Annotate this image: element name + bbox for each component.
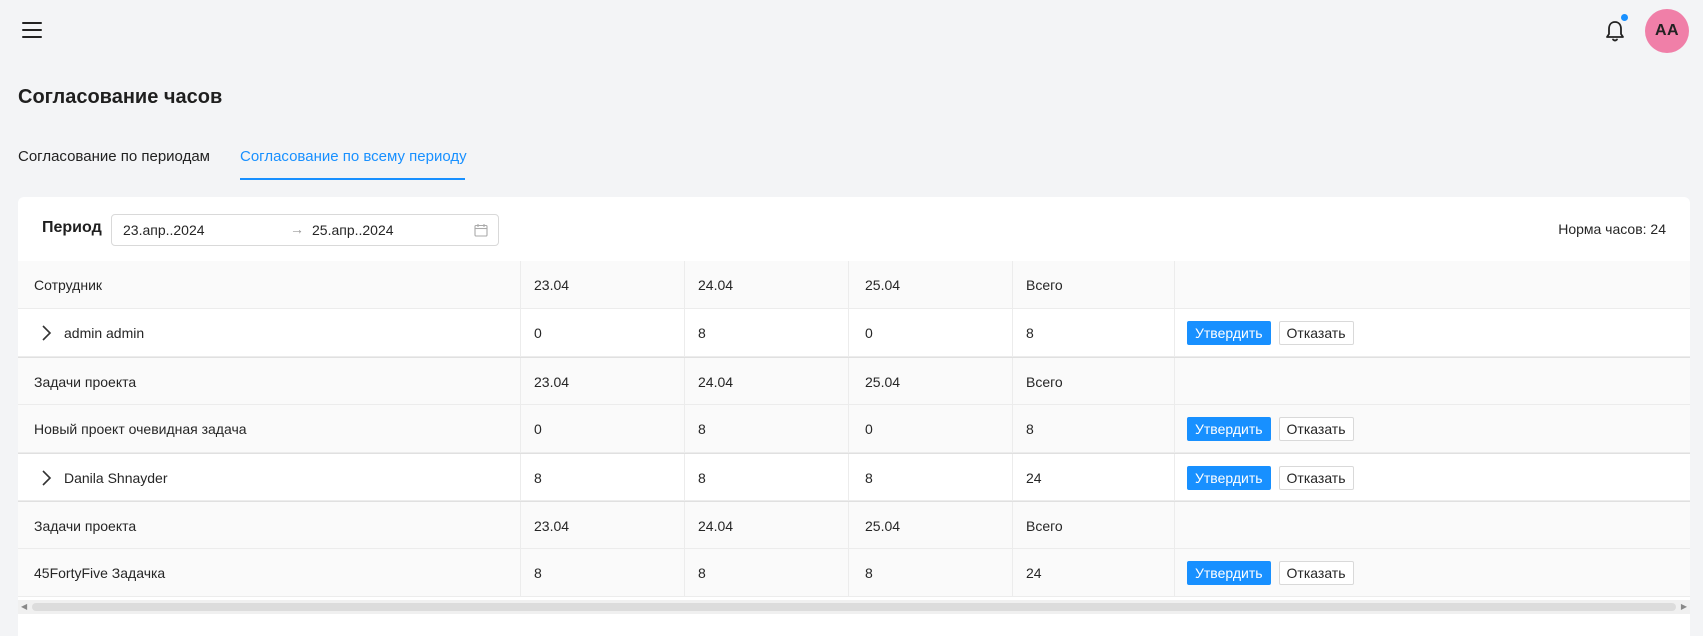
chevron-right-icon[interactable] [40, 470, 52, 486]
total-value: 8 [1013, 405, 1175, 453]
end-date-input[interactable]: 25.апр..2024 [312, 222, 394, 238]
tasks-header-total: Всего [1013, 502, 1175, 550]
header-employee: Сотрудник [18, 261, 521, 309]
approve-button[interactable]: Утвердить [1187, 466, 1271, 490]
approval-card: Период 23.апр..2024 → 25.апр..2024 Норма… [18, 197, 1690, 636]
top-bar: AA [0, 0, 1703, 62]
employee-name-cell: Danila Shnayder [18, 454, 521, 502]
tasks-header-row: Задачи проекта 23.04 24.04 25.04 Всего [18, 357, 1690, 406]
hours-norm: Норма часов: 24 [1558, 221, 1666, 237]
reject-button[interactable]: Отказать [1278, 466, 1354, 490]
active-tab-indicator [240, 178, 465, 180]
day-2-value: 8 [685, 454, 849, 502]
reject-button[interactable]: Отказать [1278, 561, 1354, 585]
employee-name-cell: admin admin [18, 309, 521, 357]
chevron-right-icon[interactable] [40, 325, 52, 341]
tab-periods[interactable]: Согласование по периодам [18, 148, 210, 165]
total-value: 8 [1013, 309, 1175, 357]
employee-name: Danila Shnayder [64, 470, 168, 486]
horizontal-scrollbar[interactable]: ◀ ▶ [18, 600, 1690, 614]
approval-table: Сотрудник 23.04 24.04 25.04 Всего admin … [18, 261, 1690, 597]
approve-button[interactable]: Утвердить [1187, 417, 1271, 441]
day-1-value: 8 [521, 549, 685, 597]
actions-cell: Утвердить Отказать [1175, 454, 1690, 502]
header-day-1: 23.04 [521, 261, 685, 309]
start-date-input[interactable]: 23.апр..2024 [123, 222, 205, 238]
header-total: Всего [1013, 261, 1175, 309]
actions-cell: Утвердить Отказать [1175, 405, 1690, 453]
bell-icon[interactable] [1604, 19, 1626, 43]
reject-button[interactable]: Отказать [1278, 321, 1354, 345]
scroll-right-icon[interactable]: ▶ [1681, 602, 1687, 611]
tasks-header-actions [1175, 502, 1690, 550]
employee-row: admin admin 0 8 0 8 Утвердить Отказать [18, 309, 1690, 357]
page-title: Согласование часов [18, 86, 223, 108]
range-arrow-icon: → [290, 221, 304, 237]
actions-cell: Утвердить Отказать [1175, 309, 1690, 357]
day-3-value: 8 [849, 454, 1013, 502]
period-label: Период [42, 219, 102, 236]
tasks-header-day-2: 24.04 [685, 502, 849, 550]
task-name: 45FortyFive Задачка [18, 549, 521, 597]
tasks-header-actions [1175, 358, 1690, 406]
actions-cell: Утвердить Отказать [1175, 549, 1690, 597]
avatar[interactable]: AA [1645, 9, 1689, 53]
day-2-value: 8 [685, 405, 849, 453]
tasks-header-name: Задачи проекта [18, 502, 521, 550]
scroll-left-icon[interactable]: ◀ [21, 602, 27, 611]
tasks-header-day-2: 24.04 [685, 358, 849, 406]
header-day-3: 25.04 [849, 261, 1013, 309]
day-1-value: 0 [521, 309, 685, 357]
tasks-header-day-3: 25.04 [849, 358, 1013, 406]
approve-button[interactable]: Утвердить [1187, 321, 1271, 345]
day-1-value: 0 [521, 405, 685, 453]
task-row: Новый проект очевидная задача 0 8 0 8 Ут… [18, 405, 1690, 453]
tasks-header-row: Задачи проекта 23.04 24.04 25.04 Всего [18, 501, 1690, 550]
tab-whole-period[interactable]: Согласование по всему периоду [240, 148, 467, 165]
date-range-picker[interactable]: 23.апр..2024 → 25.апр..2024 [111, 214, 499, 246]
total-value: 24 [1013, 549, 1175, 597]
tasks-header-day-3: 25.04 [849, 502, 1013, 550]
employee-name: admin admin [64, 325, 145, 341]
task-name: Новый проект очевидная задача [18, 405, 521, 453]
day-3-value: 8 [849, 549, 1013, 597]
calendar-icon[interactable] [474, 223, 488, 237]
employee-row: Danila Shnayder 8 8 8 24 Утвердить Отказ… [18, 453, 1690, 502]
header-day-2: 24.04 [685, 261, 849, 309]
task-row: 45FortyFive Задачка 8 8 8 24 Утвердить О… [18, 549, 1690, 597]
table-header-row: Сотрудник 23.04 24.04 25.04 Всего [18, 261, 1690, 309]
total-value: 24 [1013, 454, 1175, 502]
reject-button[interactable]: Отказать [1278, 417, 1354, 441]
tasks-header-day-1: 23.04 [521, 502, 685, 550]
tasks-header-total: Всего [1013, 358, 1175, 406]
header-actions [1175, 261, 1690, 309]
day-2-value: 8 [685, 549, 849, 597]
menu-icon[interactable] [22, 22, 42, 40]
tasks-header-name: Задачи проекта [18, 358, 521, 406]
day-3-value: 0 [849, 309, 1013, 357]
notification-dot [1621, 14, 1628, 21]
tasks-header-day-1: 23.04 [521, 358, 685, 406]
approve-button[interactable]: Утвердить [1187, 561, 1271, 585]
scrollbar-thumb[interactable] [32, 603, 1676, 611]
day-3-value: 0 [849, 405, 1013, 453]
day-2-value: 8 [685, 309, 849, 357]
day-1-value: 8 [521, 454, 685, 502]
